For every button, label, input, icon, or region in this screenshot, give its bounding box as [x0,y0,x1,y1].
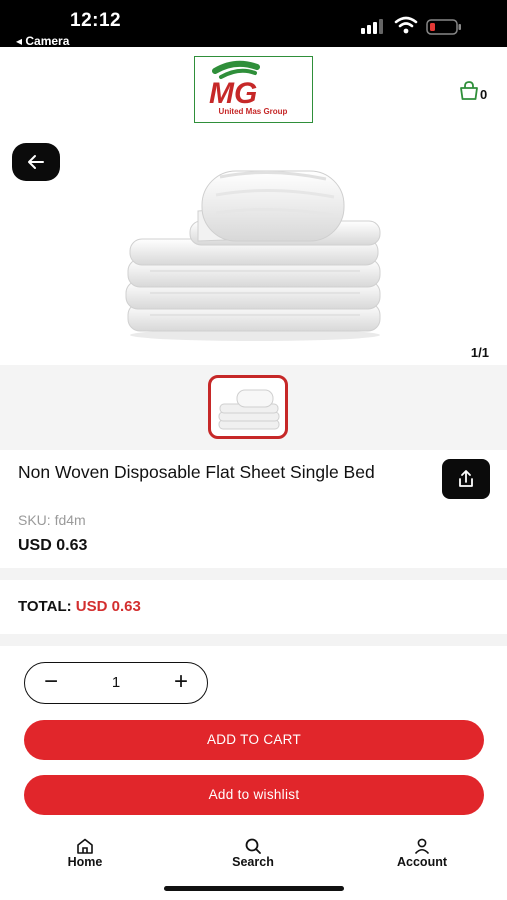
app-header: MG United Mas Group 0 [0,47,507,135]
logo-text: MG [209,77,257,110]
add-to-cart-button[interactable]: ADD TO CART [24,720,484,760]
quantity-stepper: − 1 + [24,662,208,704]
back-to-camera-link[interactable]: ◂ Camera [16,34,69,48]
nav-label-account: Account [397,855,447,869]
image-pager: 1/1 [470,345,489,360]
thumbnail-towels[interactable] [208,375,288,439]
search-icon [245,838,261,854]
nav-item-account[interactable]: Account [377,838,467,869]
cart-button[interactable]: 0 [458,80,492,104]
nav-label-search: Search [232,855,274,869]
total-label: TOTAL: [18,598,72,615]
total-value: USD 0.63 [75,598,141,615]
quantity-decrease-button[interactable]: − [29,663,73,703]
product-image-gallery[interactable]: 1/1 [0,135,507,365]
battery-low-icon [426,19,461,35]
status-bar: 12:12 ◂ Camera [0,0,507,48]
quantity-increase-button[interactable]: + [159,663,203,703]
thumbnail-strip [0,365,507,450]
thumbnail-image [218,389,280,430]
bottom-navigation: Home Search Account [0,830,507,880]
product-image-towels [125,170,381,341]
nav-label-home: Home [67,855,103,869]
arrow-left-icon [28,155,44,169]
home-icon [77,838,93,854]
back-button[interactable] [12,143,60,181]
product-price: USD 0.63 [18,537,88,554]
add-to-wishlist-button[interactable]: Add to wishlist [24,775,484,815]
wifi-icon [394,16,418,34]
order-total: TOTAL: USD 0.63 [18,598,141,615]
product-sku: SKU: fd4m [18,512,86,528]
share-button[interactable] [442,459,490,499]
quantity-value[interactable]: 1 [87,663,145,703]
shopping-bag-icon [460,81,478,100]
cart-count-badge: 0 [480,87,488,102]
user-icon [414,838,430,854]
brand-logo[interactable]: MG United Mas Group [194,56,313,123]
product-title: Non Woven Disposable Flat Sheet Single B… [18,462,375,482]
cellular-signal-icon [361,19,383,34]
status-time: 12:12 [70,10,122,31]
share-icon [459,470,473,487]
section-divider [0,634,507,646]
logo-subtext: United Mas Group [218,107,288,116]
nav-item-search[interactable]: Search [208,838,298,869]
section-divider [0,568,507,580]
nav-item-home[interactable]: Home [40,838,130,869]
home-indicator[interactable] [164,886,344,891]
